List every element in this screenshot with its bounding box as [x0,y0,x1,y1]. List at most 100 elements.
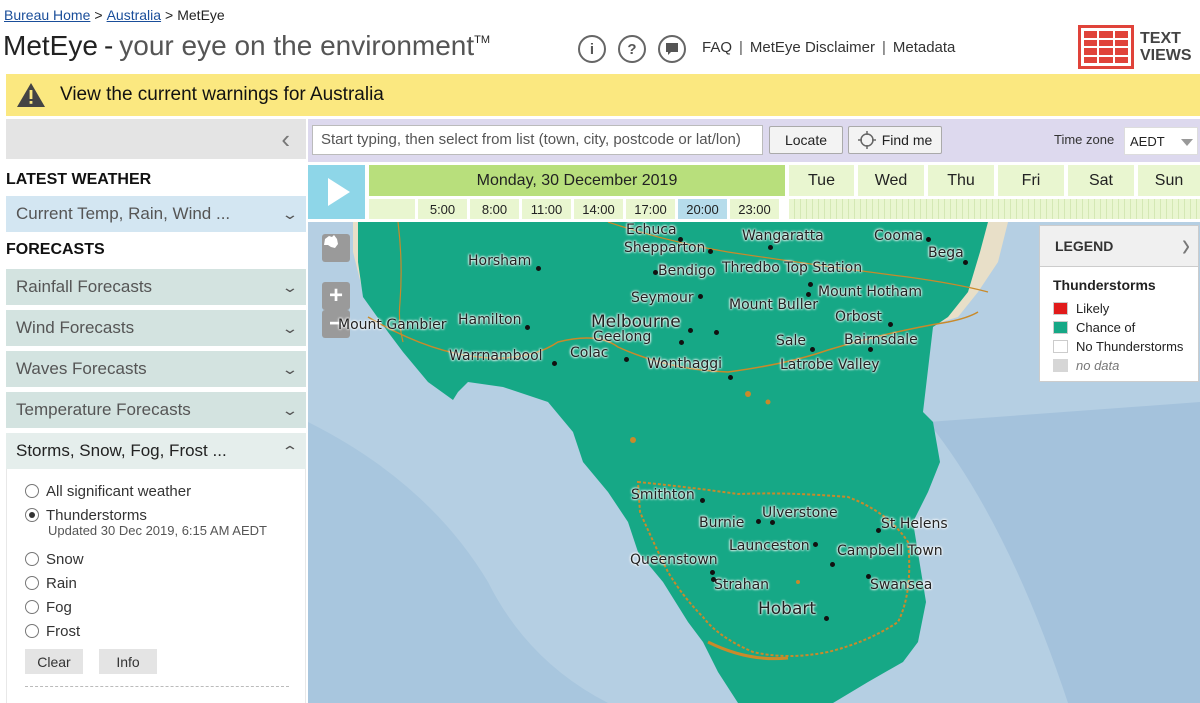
radio-button[interactable] [25,600,39,614]
hour-slot[interactable]: 5:00 [418,199,467,219]
option-fog[interactable]: Fog [25,595,305,619]
legend-item: no data [1053,356,1198,375]
option-all-significant[interactable]: All significant weather [25,479,305,503]
metadata-link[interactable]: Metadata [893,39,956,56]
info-icon[interactable]: i [578,35,606,63]
location-search-input[interactable]: Start typing, then select from list (tow… [312,125,763,155]
link-separator: | [881,39,886,56]
brand-name: MetEye [3,30,98,61]
text-views-label: TEXT VIEWS [1140,30,1200,64]
hour-slot[interactable]: 14:00 [574,199,623,219]
day-tab[interactable]: Sun [1138,165,1200,196]
map-place-label: Echuca [626,222,677,238]
hour-slot[interactable]: 17:00 [626,199,675,219]
breadcrumb-current: MetEye [177,7,225,23]
hour-slot[interactable]: 23:00 [730,199,779,219]
chevron-right-icon[interactable]: › [1182,226,1190,265]
day-tab-active[interactable]: Monday, 30 December 2019 [369,165,785,196]
clear-button[interactable]: Clear [25,649,83,674]
zoom-in-button[interactable]: + [322,282,350,310]
map-place-label: Bairnsdale [844,332,918,348]
sidebar-item-label: Current Temp, Rain, Wind ... [16,204,231,223]
legend-item-label: Likely [1076,301,1110,316]
legend-item-label: no data [1076,358,1120,373]
radio-button[interactable] [25,484,39,498]
help-icon[interactable]: ? [618,35,646,63]
disclaimer-link[interactable]: MetEye Disclaimer [750,39,875,56]
time-zone-select[interactable]: AEDT [1124,127,1198,155]
sidebar-item-rainfall[interactable]: Rainfall Forecasts ⌄ [6,269,306,305]
option-frost[interactable]: Frost [25,619,305,643]
hour-slot-empty[interactable] [369,199,415,219]
radio-button[interactable] [25,624,39,638]
radio-button[interactable] [25,576,39,590]
options-buttons: Clear Info [25,649,305,674]
play-button[interactable] [308,165,365,219]
header-links: FAQ | MetEye Disclaimer | Metadata [702,39,955,56]
sidebar-item-temperature[interactable]: Temperature Forecasts ⌄ [6,392,306,428]
locate-button[interactable]: Locate [769,126,843,154]
future-hours-strip[interactable] [789,199,1200,219]
text-views-line2: VIEWS [1140,47,1192,64]
find-me-button[interactable]: Find me [848,126,942,154]
sidebar-item-waves[interactable]: Waves Forecasts ⌄ [6,351,306,387]
chevron-down-icon: ⌄ [281,319,299,336]
map-place-label: Bendigo [658,263,716,279]
option-snow[interactable]: Snow [25,547,305,571]
town-marker [888,322,893,327]
map-australia-home-button[interactable] [322,234,350,262]
faq-link[interactable]: FAQ [702,39,732,56]
table-grid-icon [1078,25,1134,69]
day-tab[interactable]: Fri [998,165,1064,196]
legend-item: Likely [1053,299,1198,318]
day-tab[interactable]: Thu [928,165,994,196]
hour-slot[interactable]: 11:00 [522,199,571,219]
breadcrumb-home-link[interactable]: Bureau Home [4,7,90,23]
sidebar-item-storms[interactable]: Storms, Snow, Fog, Frost ... ⌃ [6,433,306,469]
map-place-label: Seymour [631,290,694,306]
warnings-banner[interactable]: View the current warnings for Australia [6,74,1200,116]
hour-slot[interactable]: 8:00 [470,199,519,219]
hour-slot-current[interactable]: 20:00 [678,199,727,219]
time-zone-value: AEDT [1130,134,1165,149]
map-place-label: Queenstown [630,552,718,568]
sidebar-item-label: Rainfall Forecasts [16,277,153,296]
town-marker [868,347,873,352]
option-rain[interactable]: Rain [25,571,305,595]
legend-title: LEGEND [1055,238,1114,254]
warnings-banner-text: View the current warnings for Australia [60,84,384,105]
map-place-label: Burnie [699,515,745,531]
crosshair-icon [857,131,876,149]
breadcrumb-australia-link[interactable]: Australia [107,7,161,23]
town-marker [678,237,683,242]
town-marker [700,498,705,503]
radio-button-selected[interactable] [25,508,39,522]
play-icon [328,178,350,206]
sidebar-item-current-weather[interactable]: Current Temp, Rain, Wind ... ⌄ [6,196,306,232]
option-label: Snow [46,550,84,568]
feedback-icon[interactable] [658,35,686,63]
day-tab[interactable]: Tue [789,165,854,196]
legend-header[interactable]: LEGEND › [1040,226,1198,267]
page-title: MetEye - your eye on the environmentTM [3,30,490,62]
map-place-label: Orbost [835,309,883,325]
text-views-button[interactable]: TEXT VIEWS [1078,25,1200,69]
dropdown-arrow-icon [1181,139,1193,146]
map-place-label: Shepparton [624,240,706,256]
town-marker [808,282,813,287]
forecasts-heading: FORECASTS [6,241,105,258]
legend-swatch-likely [1053,302,1068,315]
info-button[interactable]: Info [99,649,157,674]
chevron-up-icon: ⌃ [281,442,299,459]
day-tab[interactable]: Wed [858,165,924,196]
town-marker [806,292,811,297]
radio-button[interactable] [25,552,39,566]
forecast-map[interactable]: + − Echuca Shepparton Wangaratta Cooma B… [308,222,1200,703]
town-marker [536,266,541,271]
town-marker [728,375,733,380]
collapse-sidebar-icon[interactable]: ‹ [281,124,290,155]
map-place-label: Mount Gambier [338,317,447,333]
sidebar-item-wind[interactable]: Wind Forecasts ⌄ [6,310,306,346]
map-place-label: Ulverstone [762,505,838,521]
day-tab[interactable]: Sat [1068,165,1134,196]
